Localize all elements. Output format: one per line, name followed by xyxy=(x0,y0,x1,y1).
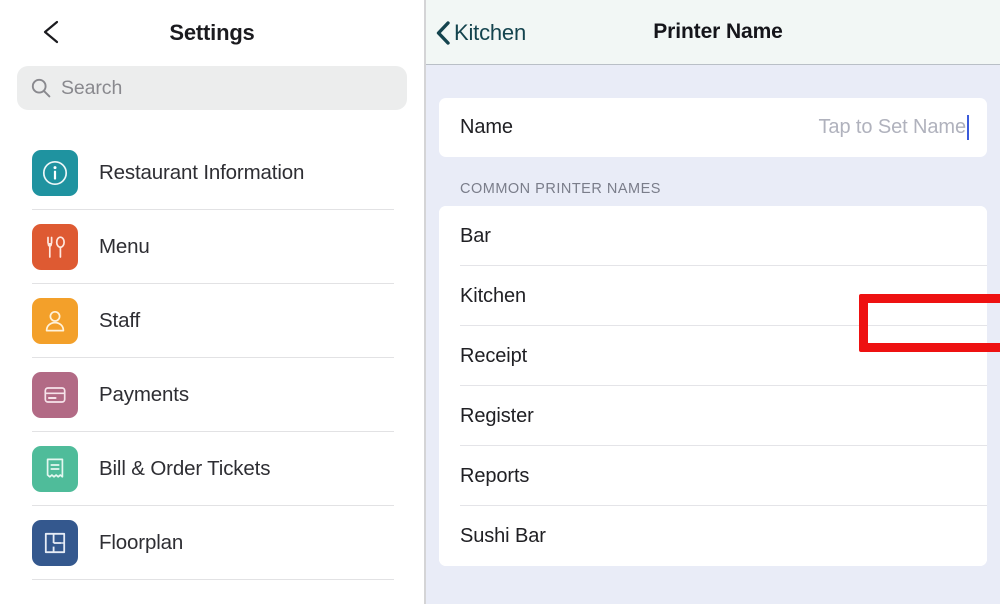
name-field-label: Name xyxy=(460,116,513,138)
app-screen: Settings Search Restaurant Information M… xyxy=(0,0,1000,604)
sidebar-item-bill-and-order-tickets[interactable]: Bill & Order Tickets xyxy=(0,432,424,506)
list-item-label: Receipt xyxy=(460,344,528,367)
sidebar-item-staff[interactable]: Staff xyxy=(0,284,424,358)
list-item-label: Reports xyxy=(460,464,530,487)
person-icon xyxy=(32,298,78,344)
back-button[interactable]: Kitchen xyxy=(435,0,534,65)
list-item-kitchen[interactable]: Kitchen xyxy=(439,266,987,326)
settings-sidebar: Settings Search Restaurant Information M… xyxy=(0,0,424,604)
sidebar-item-label: Restaurant Information xyxy=(99,161,305,184)
sidebar-item-label: Bill & Order Tickets xyxy=(99,457,271,480)
chevron-left-icon[interactable] xyxy=(38,18,66,46)
name-field-value-wrap[interactable]: Tap to Set Name xyxy=(819,115,969,140)
list-item-label: Sushi Bar xyxy=(460,524,546,547)
list-item-sushi-bar[interactable]: Sushi Bar xyxy=(439,506,987,566)
printer-name-panel: Kitchen Printer Name Name Tap to Set Nam… xyxy=(426,0,1000,604)
sidebar-item-restaurant-information[interactable]: Restaurant Information xyxy=(0,136,424,210)
page-title: Settings xyxy=(169,20,255,45)
list-item-bar[interactable]: Bar xyxy=(439,206,987,266)
search-container: Search xyxy=(0,66,424,110)
back-button-label: Kitchen xyxy=(454,19,526,45)
text-cursor xyxy=(967,115,969,140)
floorplan-icon xyxy=(32,520,78,566)
sidebar-item-payments[interactable]: Payments xyxy=(0,358,424,432)
list-item-label: Kitchen xyxy=(460,284,527,307)
sidebar-item-floorplan[interactable]: Floorplan xyxy=(0,506,424,580)
info-circle-icon xyxy=(32,150,78,196)
search-icon xyxy=(30,77,52,99)
name-field-placeholder: Tap to Set Name xyxy=(818,116,967,138)
sidebar-item-menu[interactable]: Menu xyxy=(0,210,424,284)
common-printer-names-list: Bar Kitchen Receipt Register Reports Sus… xyxy=(439,206,987,566)
list-item-register[interactable]: Register xyxy=(439,386,987,446)
fork-spoon-icon xyxy=(32,224,78,270)
sidebar-header: Settings xyxy=(0,0,424,66)
sidebar-item-label: Menu xyxy=(99,235,150,258)
name-card: Name Tap to Set Name xyxy=(439,98,987,157)
sidebar-item-label: Floorplan xyxy=(99,531,184,554)
name-field-row[interactable]: Name Tap to Set Name xyxy=(439,98,987,157)
sidebar-item-label: Staff xyxy=(99,309,141,332)
chevron-left-icon xyxy=(435,20,452,46)
receipt-icon xyxy=(32,446,78,492)
section-header: COMMON PRINTER NAMES xyxy=(460,181,661,197)
search-input[interactable]: Search xyxy=(17,66,407,110)
sidebar-item-label: Payments xyxy=(99,383,189,406)
list-item-label: Register xyxy=(460,404,534,427)
list-item-label: Bar xyxy=(460,224,491,247)
detail-body: Name Tap to Set Name COMMON PRINTER NAME… xyxy=(426,98,1000,566)
list-item-reports[interactable]: Reports xyxy=(439,446,987,506)
settings-nav-list: Restaurant Information Menu Staff Paymen… xyxy=(0,136,424,580)
detail-header: Kitchen Printer Name xyxy=(426,0,1000,65)
list-item-receipt[interactable]: Receipt xyxy=(439,326,987,386)
search-placeholder: Search xyxy=(61,76,123,99)
credit-card-icon xyxy=(32,372,78,418)
